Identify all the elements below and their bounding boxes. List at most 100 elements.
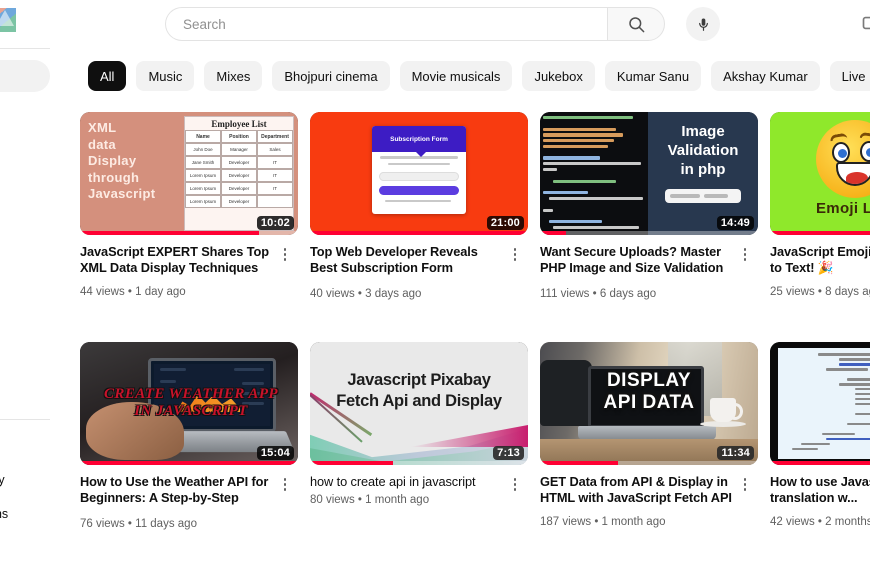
thumbnail-upload-widget xyxy=(665,189,741,203)
filter-chip-mixes[interactable]: Mixes xyxy=(204,61,263,91)
video-card[interactable]: Image Validation in php 14:49 Want Secure … xyxy=(540,112,758,342)
video-meta: JavaScript EXPERT Shares Top XML Data Di… xyxy=(80,244,298,298)
smiley-face-icon xyxy=(816,120,870,198)
thumbnail-overlay-text: Emoji Laugh xyxy=(816,200,870,217)
video-thumbnail[interactable]: Javascript Pixabay Fetch Api and Display … xyxy=(310,342,528,465)
watch-progress-bar xyxy=(310,461,528,465)
watch-progress-bar xyxy=(540,461,758,465)
video-thumbnail[interactable]: Subscription Form 21:00 xyxy=(310,112,528,235)
video-duration-badge: 15:04 xyxy=(256,446,294,460)
search-bar[interactable] xyxy=(165,7,665,41)
video-meta: Want Secure Uploads? Master PHP Image an… xyxy=(540,244,758,300)
filter-chip-akshay-kumar[interactable]: Akshay Kumar xyxy=(711,61,820,91)
video-thumbnail[interactable]: Image Validation in php 14:49 xyxy=(540,112,758,235)
more-vertical-icon[interactable] xyxy=(734,244,756,300)
thumbnail-overlay-text: DISPLAY API DATA xyxy=(603,370,695,413)
filter-chip-music[interactable]: Music xyxy=(136,61,195,91)
more-vertical-icon[interactable] xyxy=(504,244,526,300)
video-duration-badge: 11:34 xyxy=(717,446,754,460)
watch-progress-bar xyxy=(80,231,298,235)
thumbnail-overlay-text: Javascript Pixabay Fetch Api and Display xyxy=(336,371,502,410)
more-vertical-icon[interactable] xyxy=(274,244,296,298)
filter-chip-movie-musicals[interactable]: Movie musicals xyxy=(399,61,513,91)
more-vertical-icon[interactable] xyxy=(274,474,296,530)
video-title[interactable]: How to Use the Weather API for Beginners… xyxy=(80,474,274,508)
video-card[interactable]: How to use Javascript in hindi translati… xyxy=(770,342,870,570)
video-title[interactable]: GET Data from API & Display in HTML with… xyxy=(540,474,734,506)
video-stats: 187 views • 1 month ago xyxy=(540,516,666,528)
video-thumbnail[interactable]: XML data Display through Javascript Employee… xyxy=(80,112,298,235)
video-thumbnail[interactable]: Create Weather App in Javascript 15:04 xyxy=(80,342,298,465)
search-button[interactable] xyxy=(607,7,665,41)
voice-search-button[interactable] xyxy=(686,7,720,41)
video-grid: XML data Display through Javascript Employee… xyxy=(80,112,870,570)
more-vertical-icon[interactable] xyxy=(734,474,756,528)
sidebar-divider-top xyxy=(0,48,50,49)
thumbnail-overlay-text: XML data Display through Javascript xyxy=(88,120,156,201)
video-meta: How to Use the Weather API for Beginners… xyxy=(80,474,298,530)
video-card[interactable]: DISPLAY API DATA 11:34 GET Data from API … xyxy=(540,342,758,570)
thumbnail-form-title: Subscription Form xyxy=(372,126,466,152)
video-stats: 44 views • 1 day ago xyxy=(80,286,186,298)
sidebar-item-academy[interactable]: my xyxy=(0,473,5,487)
video-duration-badge: 10:02 xyxy=(256,216,294,230)
filter-chip-bar[interactable]: All Music Mixes Bhojpuri cinema Movie mu… xyxy=(50,54,870,98)
video-card[interactable]: XML data Display through Javascript Employee… xyxy=(80,112,298,342)
filter-chip-all[interactable]: All xyxy=(88,61,127,91)
watch-progress-bar xyxy=(540,231,758,235)
thumbnail-employee-table: Employee List Name Position Department Joh… xyxy=(184,116,294,231)
youtube-search-results-page: my ons All Music Mixes Bhojpuri cinema M… xyxy=(0,0,870,570)
video-meta: GET Data from API & Display in HTML with… xyxy=(540,474,758,528)
search-input[interactable] xyxy=(183,16,607,32)
video-duration-badge: 21:00 xyxy=(486,216,524,230)
video-stats: 42 views • 2 months ago xyxy=(770,516,870,528)
video-stats: 111 views • 6 days ago xyxy=(540,288,657,300)
filter-chip-bhojpuri-cinema[interactable]: Bhojpuri cinema xyxy=(272,61,390,91)
sidebar: my ons xyxy=(0,48,50,570)
video-title[interactable]: how to create api in javascript xyxy=(310,474,504,490)
video-card[interactable]: Subscription Form 21:00 Top Web Develope… xyxy=(310,112,528,342)
youtube-logo-icon[interactable] xyxy=(0,4,18,36)
filter-chip-live[interactable]: Live xyxy=(829,61,870,91)
microphone-icon xyxy=(698,17,708,31)
create-video-button[interactable] xyxy=(861,12,870,34)
thumbnail-art-emoji: Emoji Laugh xyxy=(770,112,870,235)
sidebar-divider-middle xyxy=(0,419,50,420)
more-vertical-icon[interactable] xyxy=(504,474,526,506)
video-title[interactable]: Top Web Developer Reveals Best Subscript… xyxy=(310,244,504,278)
thumbnail-code-pane xyxy=(540,112,648,235)
video-stats: 25 views • 8 days ago xyxy=(770,286,870,298)
video-card[interactable]: Javascript Pixabay Fetch Api and Display … xyxy=(310,342,528,570)
video-thumbnail[interactable] xyxy=(770,342,870,465)
video-card[interactable]: Emoji Laugh JavaScript Emoji Magic: Emoj… xyxy=(770,112,870,342)
thumbnail-overlay-text: Create Weather App in Javascript xyxy=(104,386,278,419)
watch-progress-bar xyxy=(770,461,870,465)
watch-progress-bar xyxy=(80,461,298,465)
top-bar xyxy=(0,0,870,48)
video-card[interactable]: Create Weather App in Javascript 15:04 Ho… xyxy=(80,342,298,570)
watch-progress-bar xyxy=(770,231,870,235)
video-stats: 40 views • 3 days ago xyxy=(310,288,422,300)
video-title[interactable]: How to use Javascript in hindi translati… xyxy=(770,474,870,506)
sidebar-item-highlighted[interactable] xyxy=(0,60,50,92)
thumbnail-overlay-text: Image Validation in php xyxy=(667,123,739,178)
search-box[interactable] xyxy=(165,7,607,41)
create-video-icon xyxy=(862,16,870,30)
thumbnail-table-title: Employee List xyxy=(211,119,267,129)
filter-chip-jukebox[interactable]: Jukebox xyxy=(522,61,595,91)
search-icon xyxy=(628,16,644,32)
video-thumbnail[interactable]: DISPLAY API DATA 11:34 xyxy=(540,342,758,465)
watch-progress-bar xyxy=(310,231,528,235)
video-title[interactable]: Want Secure Uploads? Master PHP Image an… xyxy=(540,244,734,278)
video-duration-badge: 7:13 xyxy=(493,446,524,460)
video-title[interactable]: JavaScript Emoji Magic: Emojis to Text! … xyxy=(770,244,870,276)
video-title[interactable]: JavaScript EXPERT Shares Top XML Data Di… xyxy=(80,244,274,276)
sidebar-item-subscriptions[interactable]: ons xyxy=(0,507,8,521)
video-meta: Top Web Developer Reveals Best Subscript… xyxy=(310,244,528,300)
video-meta: how to create api in javascript 80 views… xyxy=(310,474,528,506)
thumbnail-art-code-editor xyxy=(770,342,870,465)
video-stats: 80 views • 1 month ago xyxy=(310,494,430,506)
filter-chip-kumar-sanu[interactable]: Kumar Sanu xyxy=(604,61,702,91)
video-duration-badge: 14:49 xyxy=(716,216,754,230)
video-thumbnail[interactable]: Emoji Laugh xyxy=(770,112,870,235)
